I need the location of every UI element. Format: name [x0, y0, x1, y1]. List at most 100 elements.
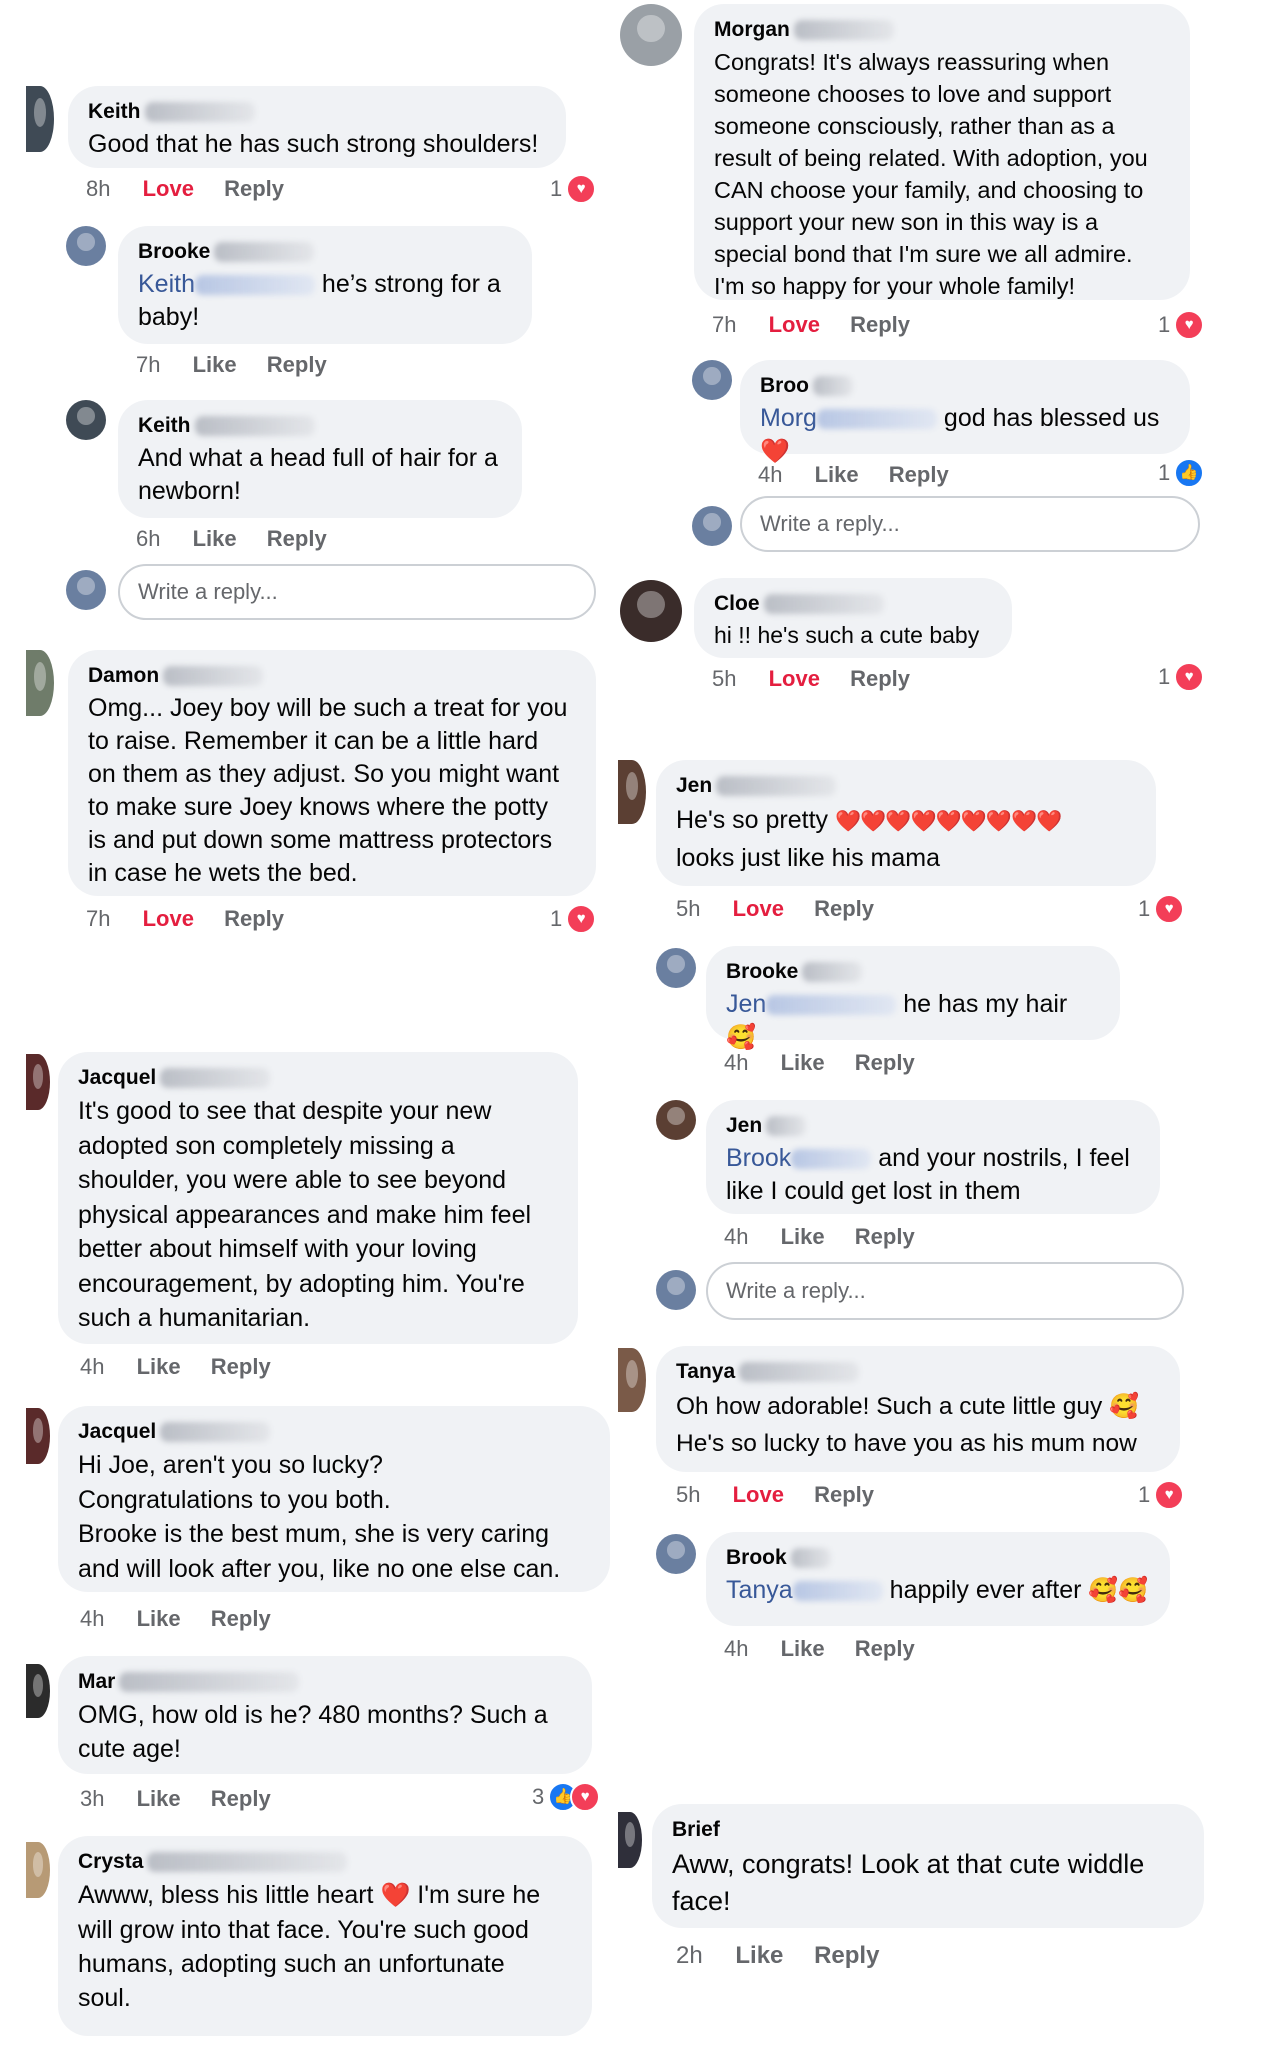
- love-button[interactable]: Love: [769, 666, 820, 691]
- avatar[interactable]: [620, 580, 682, 642]
- like-button[interactable]: Like: [193, 526, 237, 551]
- comment-actions: 5h Love Reply: [676, 1482, 898, 1508]
- comment-bubble: Jen He's so pretty ❤️❤️❤️❤️❤️❤️❤️❤️❤️ lo…: [656, 760, 1156, 886]
- avatar[interactable]: [656, 1534, 696, 1574]
- comment-text: Brook and your nostrils, I feel like I c…: [726, 1144, 1130, 1205]
- commenter-name[interactable]: Keith: [88, 100, 546, 124]
- reaction-summary[interactable]: 3 👍 ♥: [532, 1782, 601, 1812]
- reply-button[interactable]: Reply: [855, 1050, 915, 1075]
- reply-button[interactable]: Reply: [850, 666, 910, 691]
- commenter-name[interactable]: Keith: [138, 414, 502, 438]
- like-button[interactable]: Like: [735, 1942, 783, 1969]
- commenter-name[interactable]: Brief: [672, 1818, 1184, 1842]
- reply-button[interactable]: Reply: [224, 176, 284, 201]
- like-button[interactable]: Like: [781, 1636, 825, 1661]
- commenter-name[interactable]: Mar: [78, 1670, 572, 1694]
- reply-button[interactable]: Reply: [889, 462, 949, 487]
- reply-button[interactable]: Reply: [814, 1482, 874, 1507]
- like-button[interactable]: Like: [781, 1050, 825, 1075]
- avatar[interactable]: [618, 1812, 642, 1868]
- mention-link[interactable]: Brook: [726, 1144, 872, 1172]
- reply-button[interactable]: Reply: [855, 1224, 915, 1249]
- commenter-name[interactable]: Broo: [760, 374, 1170, 398]
- reply-button[interactable]: Reply: [211, 1786, 271, 1811]
- reply-bubble: Brooke Keith he’s strong for a baby!: [118, 226, 532, 344]
- comment-bubble: Morgan Congrats! It's always reassuring …: [694, 4, 1190, 300]
- comment-bubble: Damon Omg... Joey boy will be such a tre…: [68, 650, 596, 896]
- commenter-name[interactable]: Cloe: [714, 592, 992, 616]
- commenter-name[interactable]: Jacquel: [78, 1420, 590, 1444]
- reaction-summary[interactable]: 1 👍: [1158, 458, 1205, 488]
- mention-link[interactable]: Keith: [138, 270, 315, 298]
- write-reply-input[interactable]: Write a reply...: [118, 564, 596, 620]
- avatar[interactable]: [26, 1664, 50, 1718]
- comment-text: Keith he’s strong for a baby!: [138, 270, 501, 331]
- love-button[interactable]: Love: [769, 312, 820, 337]
- reaction-summary[interactable]: 1 ♥: [1158, 310, 1205, 340]
- like-button[interactable]: Like: [193, 352, 237, 377]
- commenter-name[interactable]: Brook: [726, 1546, 1150, 1570]
- avatar[interactable]: [66, 226, 106, 266]
- love-button[interactable]: Love: [733, 1482, 784, 1507]
- commenter-name[interactable]: Crysta: [78, 1850, 572, 1874]
- reply-button[interactable]: Reply: [814, 1942, 879, 1969]
- avatar[interactable]: [656, 948, 696, 988]
- love-reaction-icon: ♥: [1174, 310, 1205, 340]
- love-button[interactable]: Love: [143, 176, 194, 201]
- reply-button[interactable]: Reply: [211, 1606, 271, 1631]
- love-button[interactable]: Love: [733, 896, 784, 921]
- reply-button[interactable]: Reply: [267, 526, 327, 551]
- avatar[interactable]: [620, 4, 682, 66]
- reply-button[interactable]: Reply: [211, 1354, 271, 1379]
- like-button[interactable]: Like: [137, 1786, 181, 1811]
- comment-bubble: Tanya Oh how adorable! Such a cute littl…: [656, 1346, 1180, 1472]
- commenter-name[interactable]: Jacquel: [78, 1066, 558, 1090]
- avatar[interactable]: [692, 360, 732, 400]
- like-button[interactable]: Like: [137, 1606, 181, 1631]
- reply-button[interactable]: Reply: [850, 312, 910, 337]
- love-reaction-icon: ♥: [1174, 662, 1205, 692]
- avatar[interactable]: [618, 760, 646, 824]
- commenter-name[interactable]: Jen: [676, 774, 1136, 798]
- mention-link[interactable]: Morg: [760, 404, 937, 432]
- comment-time: 5h: [676, 896, 701, 921]
- comment-time: 4h: [724, 1636, 749, 1661]
- reply-button[interactable]: Reply: [224, 906, 284, 931]
- comment-time: 4h: [80, 1354, 105, 1379]
- avatar[interactable]: [26, 86, 54, 152]
- heart-emoji-icon: ❤️: [380, 1882, 411, 1909]
- commenter-name[interactable]: Brooke: [138, 240, 512, 264]
- reaction-count: 1: [1138, 896, 1151, 921]
- love-button[interactable]: Love: [143, 906, 194, 931]
- reaction-summary[interactable]: 1 ♥: [1138, 1480, 1185, 1510]
- comment-actions: 7h Love Reply: [86, 906, 308, 932]
- reply-button[interactable]: Reply: [855, 1636, 915, 1661]
- mention-link[interactable]: Jen: [726, 990, 897, 1018]
- like-button[interactable]: Like: [781, 1224, 825, 1249]
- like-button[interactable]: Like: [815, 462, 859, 487]
- commenter-name[interactable]: Damon: [88, 664, 576, 688]
- comment-time: 4h: [724, 1224, 749, 1249]
- reaction-summary[interactable]: 1 ♥: [1138, 894, 1185, 924]
- reply-button[interactable]: Reply: [267, 352, 327, 377]
- commenter-name[interactable]: Brooke: [726, 960, 1100, 984]
- reaction-summary[interactable]: 1 ♥: [550, 174, 597, 204]
- avatar[interactable]: [66, 400, 106, 440]
- avatar[interactable]: [618, 1348, 646, 1412]
- write-reply-input[interactable]: Write a reply...: [706, 1262, 1184, 1320]
- reply-button[interactable]: Reply: [814, 896, 874, 921]
- write-reply-input[interactable]: Write a reply...: [740, 496, 1200, 552]
- avatar[interactable]: [26, 1408, 50, 1464]
- reaction-summary[interactable]: 1 ♥: [1158, 662, 1205, 692]
- mention-link[interactable]: Tanya: [726, 1576, 883, 1604]
- avatar[interactable]: [26, 650, 54, 716]
- commenter-name[interactable]: Jen: [726, 1114, 1140, 1138]
- reaction-summary[interactable]: 1 ♥: [550, 904, 597, 934]
- avatar[interactable]: [26, 1842, 50, 1898]
- avatar[interactable]: [26, 1054, 50, 1110]
- commenter-name[interactable]: Morgan: [714, 18, 1170, 42]
- like-button[interactable]: Like: [137, 1354, 181, 1379]
- comment-actions: 3h Like Reply: [80, 1786, 295, 1812]
- commenter-name[interactable]: Tanya: [676, 1360, 1160, 1384]
- avatar[interactable]: [656, 1100, 696, 1140]
